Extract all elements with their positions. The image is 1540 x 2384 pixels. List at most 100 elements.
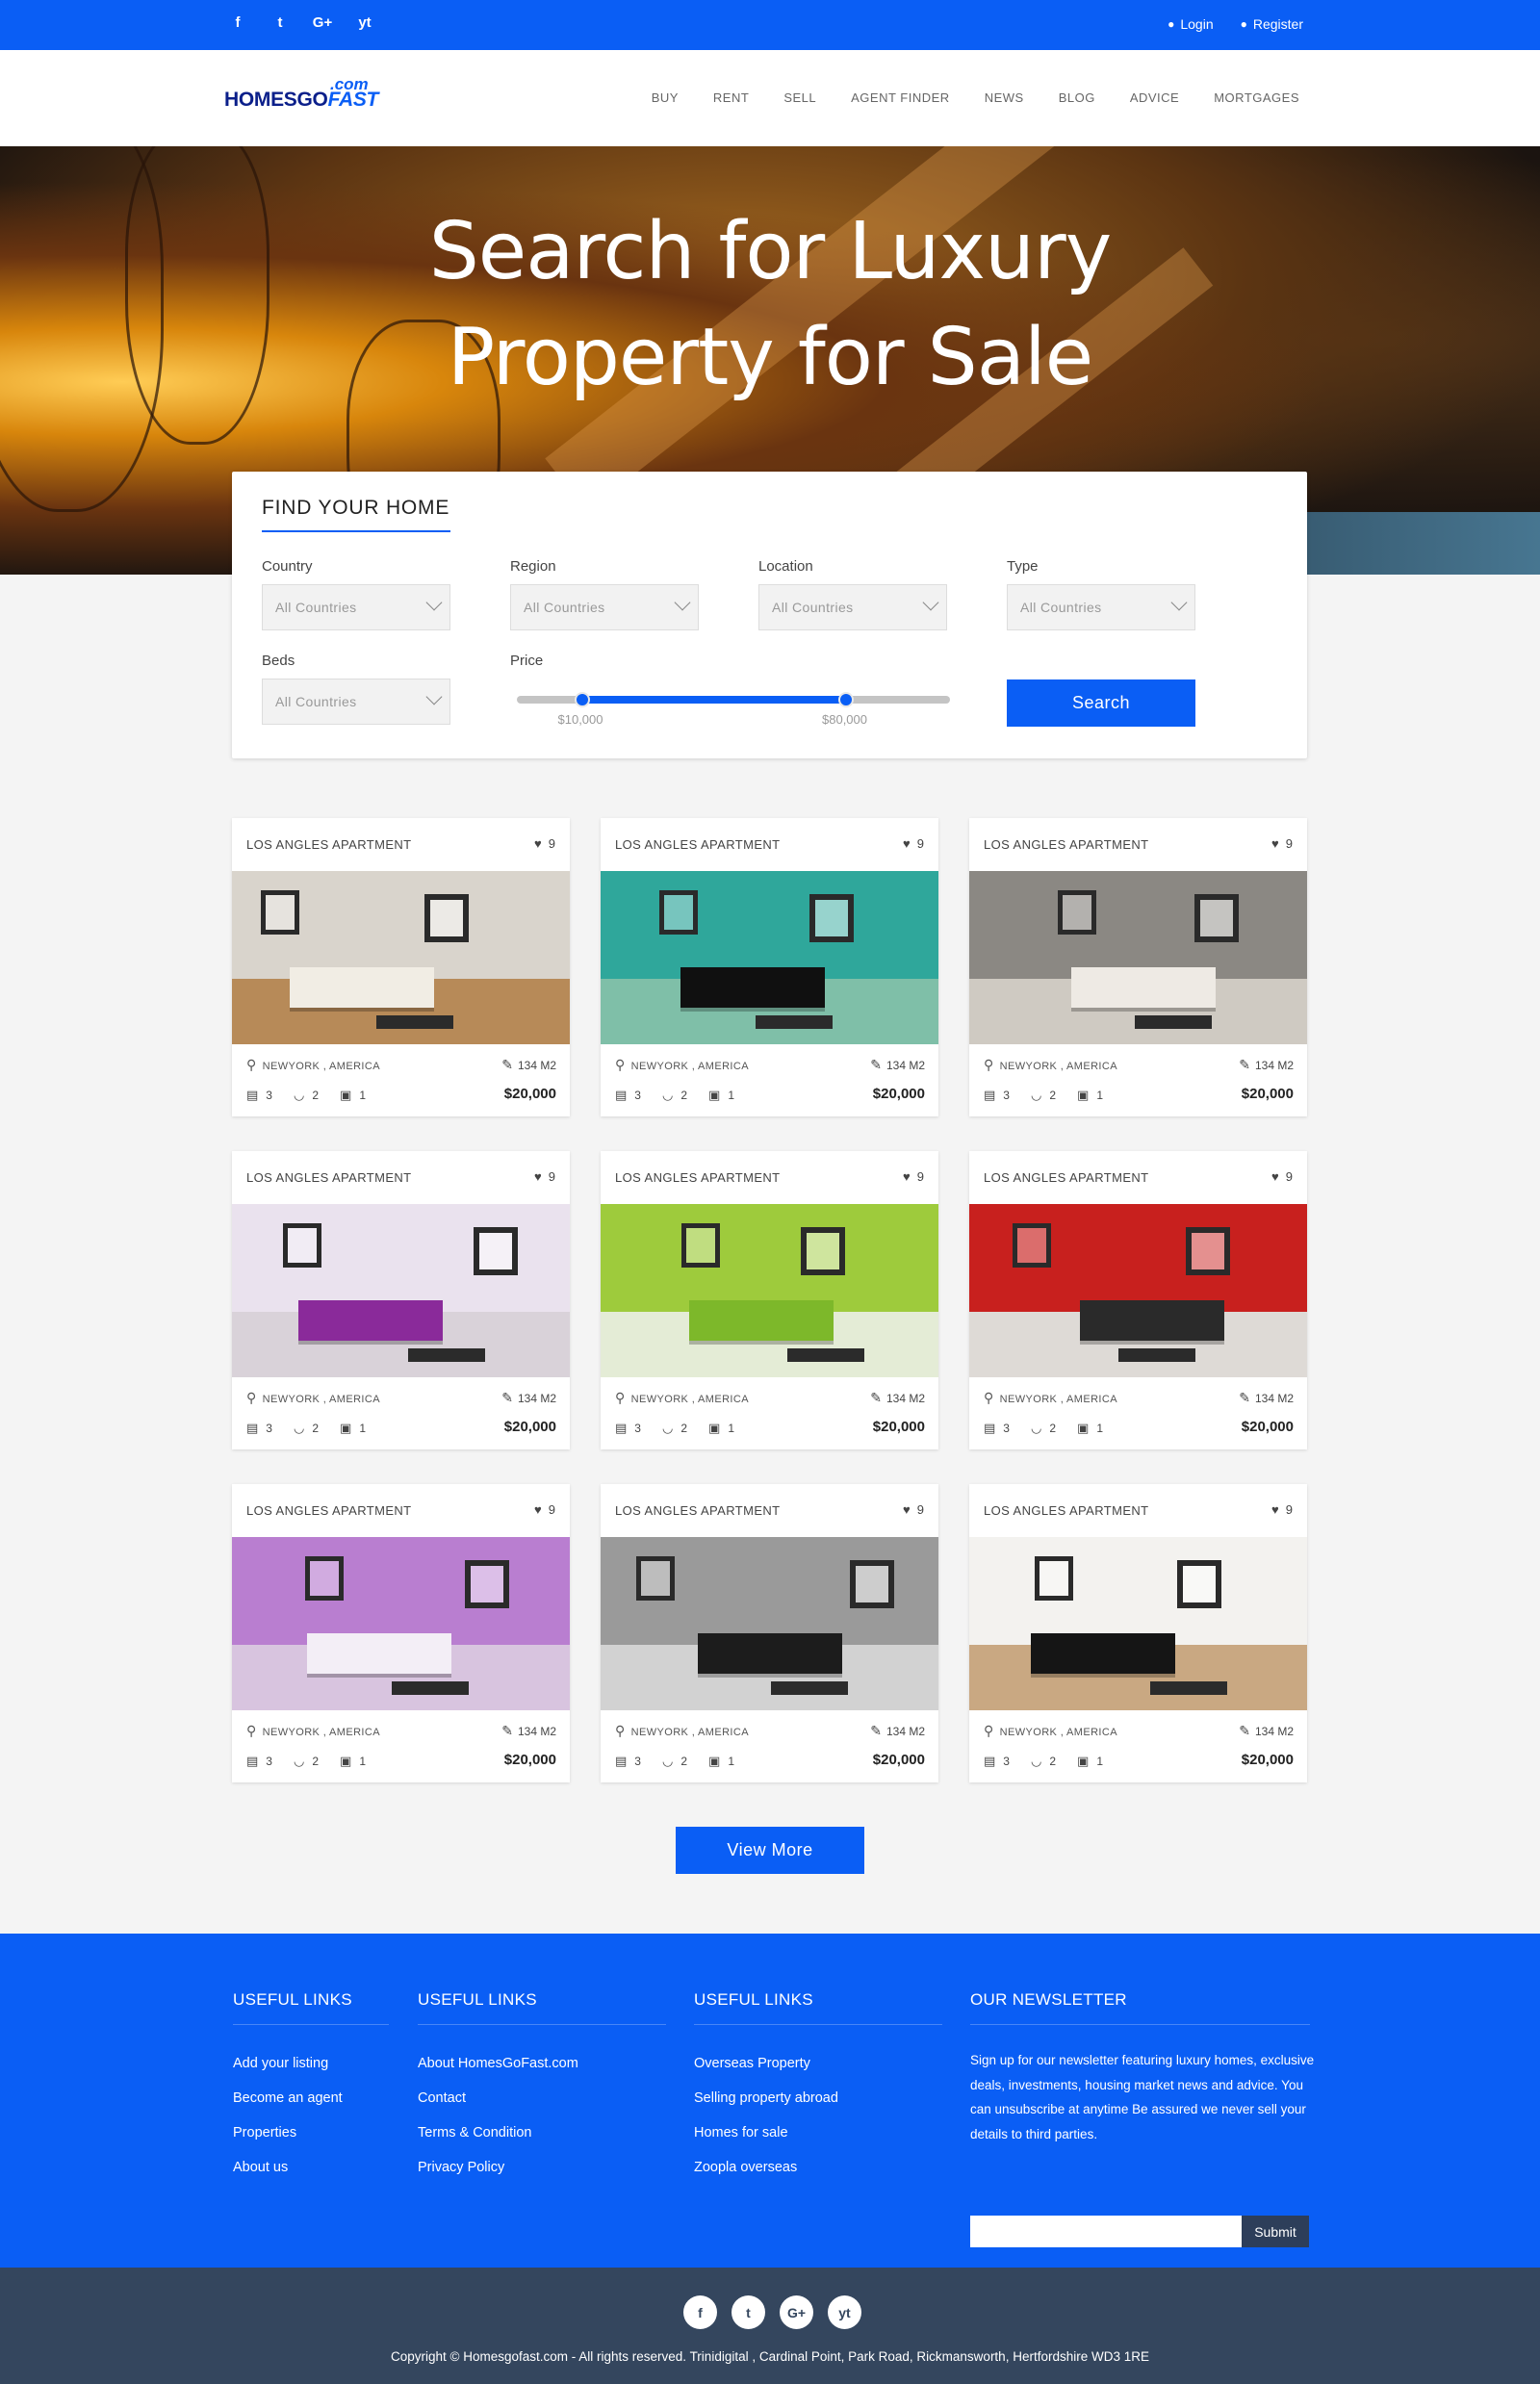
view-more-button[interactable]: View More bbox=[676, 1827, 864, 1874]
bed-icon: ▤ bbox=[246, 1088, 259, 1102]
register-link[interactable]: ● Register bbox=[1241, 16, 1303, 32]
google-plus-icon[interactable]: G+ bbox=[780, 2295, 813, 2329]
listing-likes[interactable]: ♥ 9 bbox=[534, 1502, 555, 1517]
type-label: Type bbox=[1007, 558, 1039, 575]
heart-icon: ♥ bbox=[534, 1502, 542, 1517]
footer-link[interactable]: Homes for sale bbox=[694, 2125, 942, 2140]
footer-link[interactable]: Selling property abroad bbox=[694, 2090, 942, 2106]
listing-photo[interactable] bbox=[601, 1537, 938, 1710]
listing-title[interactable]: LOS ANGLES APARTMENT bbox=[615, 837, 781, 852]
baths-count: 2 bbox=[680, 1755, 688, 1768]
room-illustration bbox=[601, 1537, 938, 1710]
nav-advice[interactable]: ADVICE bbox=[1130, 90, 1179, 105]
listing-likes[interactable]: ♥ 9 bbox=[1271, 1169, 1293, 1184]
bathtub-icon: ◡ bbox=[1030, 1088, 1042, 1102]
room-sofa bbox=[298, 1300, 443, 1341]
listing-likes[interactable]: ♥ 9 bbox=[903, 1502, 924, 1517]
listing-title[interactable]: LOS ANGLES APARTMENT bbox=[615, 1170, 781, 1185]
footer-link[interactable]: Terms & Condition bbox=[418, 2125, 666, 2140]
nav-mortgages[interactable]: MORTGAGES bbox=[1214, 90, 1299, 105]
car-icon: ▣ bbox=[1077, 1421, 1090, 1435]
search-button[interactable]: Search bbox=[1007, 679, 1195, 727]
listing-card[interactable]: LOS ANGLES APARTMENT ♥ 9 ⚲ NEWYORK , AMERICA… bbox=[969, 1151, 1307, 1449]
listing-title[interactable]: LOS ANGLES APARTMENT bbox=[615, 1503, 781, 1518]
nav-news[interactable]: NEWS bbox=[985, 90, 1024, 105]
nav-agent-finder[interactable]: AGENT FINDER bbox=[851, 90, 950, 105]
listing-title[interactable]: LOS ANGLES APARTMENT bbox=[984, 837, 1149, 852]
youtube-icon[interactable]: yt bbox=[354, 14, 375, 31]
country-select[interactable]: All Countries bbox=[262, 584, 450, 630]
facebook-icon[interactable]: f bbox=[227, 14, 248, 31]
facebook-icon[interactable]: f bbox=[683, 2295, 717, 2329]
listing-photo[interactable] bbox=[232, 1537, 570, 1710]
footer-link[interactable]: Contact bbox=[418, 2090, 666, 2106]
listing-photo[interactable] bbox=[601, 1204, 938, 1377]
listing-photo[interactable] bbox=[969, 1204, 1307, 1377]
nav-buy[interactable]: BUY bbox=[652, 90, 679, 105]
listing-card[interactable]: LOS ANGLES APARTMENT ♥ 9 ⚲ NEWYORK , AMERICA… bbox=[232, 1484, 570, 1782]
listing-amenities: ▤ 3 ◡ 2 ▣ 1 bbox=[246, 1421, 366, 1436]
nav-rent[interactable]: RENT bbox=[713, 90, 749, 105]
listing-card[interactable]: LOS ANGLES APARTMENT ♥ 9 ⚲ NEWYORK , AMERICA… bbox=[232, 1151, 570, 1449]
price-min-handle[interactable] bbox=[574, 692, 590, 707]
listing-price: $20,000 bbox=[1241, 1419, 1294, 1435]
footer-link[interactable]: About us bbox=[233, 2160, 389, 2175]
car-icon: ▣ bbox=[340, 1421, 352, 1435]
room-wall bbox=[232, 1537, 570, 1645]
price-max-handle[interactable] bbox=[838, 692, 854, 707]
baths-amenity: ◡ 2 bbox=[662, 1421, 687, 1436]
footer-link[interactable]: Overseas Property bbox=[694, 2056, 942, 2071]
login-link[interactable]: ● Login bbox=[1168, 16, 1214, 32]
newsletter-submit-button[interactable]: Submit bbox=[1242, 2216, 1309, 2247]
listing-card[interactable]: LOS ANGLES APARTMENT ♥ 9 ⚲ NEWYORK , AMERICA… bbox=[601, 1151, 938, 1449]
footer-link[interactable]: Become an agent bbox=[233, 2090, 389, 2106]
price-slider[interactable] bbox=[517, 692, 950, 707]
listing-card[interactable]: LOS ANGLES APARTMENT ♥ 9 ⚲ NEWYORK , AMERICA… bbox=[601, 1484, 938, 1782]
beds-select[interactable]: All Countries bbox=[262, 679, 450, 725]
listing-card[interactable]: LOS ANGLES APARTMENT ♥ 9 ⚲ NEWYORK , AMERICA… bbox=[969, 1484, 1307, 1782]
nav-blog[interactable]: BLOG bbox=[1059, 90, 1095, 105]
baths-count: 2 bbox=[680, 1089, 688, 1102]
listing-likes[interactable]: ♥ 9 bbox=[903, 836, 924, 851]
listing-photo[interactable] bbox=[232, 871, 570, 1044]
location-select[interactable]: All Countries bbox=[758, 584, 947, 630]
listing-likes[interactable]: ♥ 9 bbox=[534, 836, 555, 851]
listing-likes[interactable]: ♥ 9 bbox=[1271, 1502, 1293, 1517]
listing-title[interactable]: LOS ANGLES APARTMENT bbox=[246, 837, 412, 852]
listing-photo[interactable] bbox=[601, 871, 938, 1044]
listing-title[interactable]: LOS ANGLES APARTMENT bbox=[984, 1170, 1149, 1185]
listing-title[interactable]: LOS ANGLES APARTMENT bbox=[246, 1503, 412, 1518]
listing-card[interactable]: LOS ANGLES APARTMENT ♥ 9 ⚲ NEWYORK , AMERICA… bbox=[969, 818, 1307, 1116]
listing-photo[interactable] bbox=[969, 1537, 1307, 1710]
room-frame bbox=[659, 890, 698, 935]
footer-col2-title: USEFUL LINKS bbox=[418, 1990, 537, 2009]
listing-title[interactable]: LOS ANGLES APARTMENT bbox=[984, 1503, 1149, 1518]
bed-icon: ▤ bbox=[615, 1754, 628, 1768]
listing-photo[interactable] bbox=[969, 871, 1307, 1044]
type-select[interactable]: All Countries bbox=[1007, 584, 1195, 630]
newsletter-email-input[interactable] bbox=[970, 2216, 1242, 2247]
room-illustration bbox=[232, 871, 570, 1044]
listing-photo[interactable] bbox=[232, 1204, 570, 1377]
listing-card[interactable]: LOS ANGLES APARTMENT ♥ 9 ⚲ NEWYORK , AMERICA… bbox=[232, 818, 570, 1116]
listing-card[interactable]: LOS ANGLES APARTMENT ♥ 9 ⚲ NEWYORK , AMERICA… bbox=[601, 818, 938, 1116]
site-logo[interactable]: .com HOMESGOFAST bbox=[224, 75, 388, 121]
footer-link[interactable]: About HomesGoFast.com bbox=[418, 2056, 666, 2071]
price-label: Price bbox=[510, 653, 544, 669]
twitter-icon[interactable]: t bbox=[270, 14, 291, 31]
room-frame bbox=[681, 1223, 720, 1268]
footer-link[interactable]: Properties bbox=[233, 2125, 389, 2140]
footer-link[interactable]: Add your listing bbox=[233, 2056, 389, 2071]
nav-sell[interactable]: SELL bbox=[783, 90, 816, 105]
listing-likes[interactable]: ♥ 9 bbox=[534, 1169, 555, 1184]
listing-likes[interactable]: ♥ 9 bbox=[1271, 836, 1293, 851]
listing-likes[interactable]: ♥ 9 bbox=[903, 1169, 924, 1184]
footer-link[interactable]: Zoopla overseas bbox=[694, 2160, 942, 2175]
youtube-icon[interactable]: yt bbox=[828, 2295, 861, 2329]
likes-count: 9 bbox=[548, 836, 555, 851]
twitter-icon[interactable]: t bbox=[732, 2295, 765, 2329]
footer-link[interactable]: Privacy Policy bbox=[418, 2160, 666, 2175]
google-plus-icon[interactable]: G+ bbox=[312, 14, 333, 31]
region-select[interactable]: All Countries bbox=[510, 584, 699, 630]
listing-title[interactable]: LOS ANGLES APARTMENT bbox=[246, 1170, 412, 1185]
